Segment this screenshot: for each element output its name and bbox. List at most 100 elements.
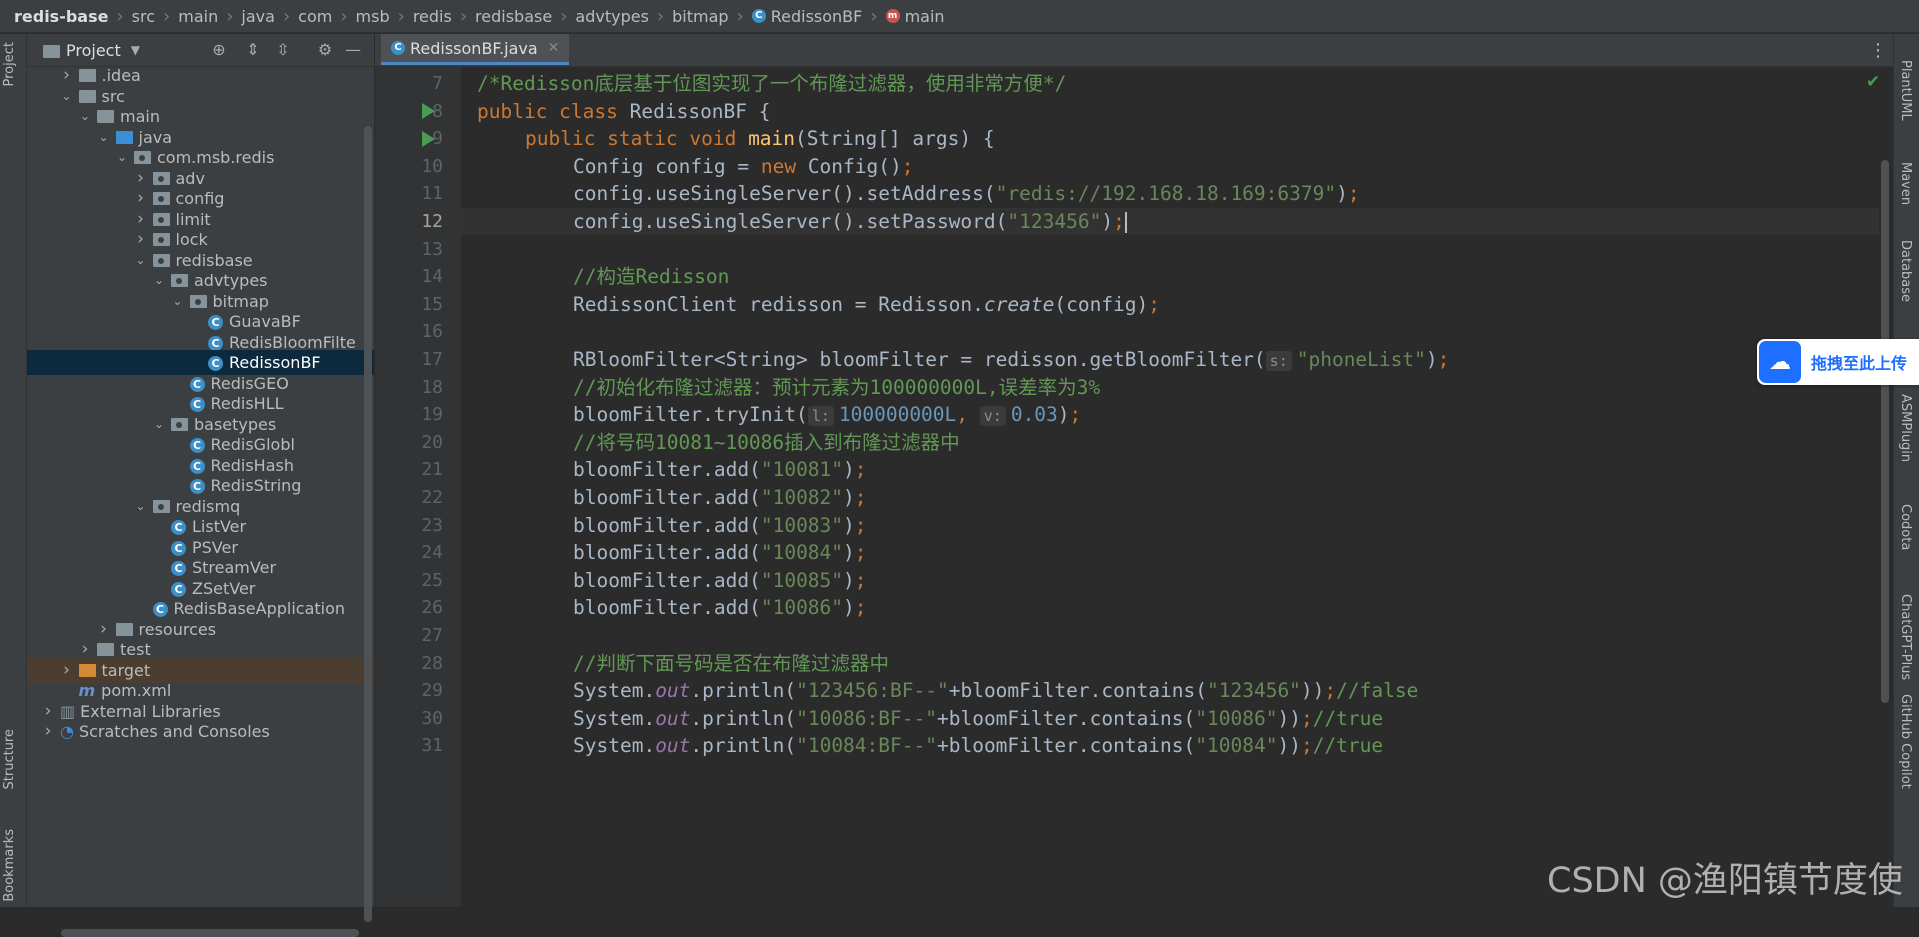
breadcrumb-item[interactable]: C RedissonBF: [751, 7, 862, 26]
breadcrumb-item[interactable]: com: [298, 7, 332, 26]
close-icon[interactable]: ✕: [548, 40, 560, 56]
right-tool-tab[interactable]: ASMPlugin: [1898, 394, 1913, 462]
chevron-right-icon[interactable]: ›: [41, 719, 55, 744]
code-editor[interactable]: /*Redisson底层基于位图实现了一个布隆过滤器，使用非常方便*/ publi…: [461, 67, 1879, 907]
project-horizontal-scrollbar[interactable]: [61, 929, 359, 937]
code-line[interactable]: bloomFilter.tryInit(l: 100000000L, v: 0.03…: [573, 401, 1081, 428]
folder-icon: [115, 130, 133, 144]
folder-icon: [97, 110, 114, 123]
line-number: 17: [421, 349, 443, 370]
code-line[interactable]: bloomFilter.add("10083");: [573, 512, 867, 539]
inspection-ok-icon[interactable]: ✔: [1866, 72, 1880, 92]
code-line[interactable]: //初始化布隆过滤器：预计元素为100000000L,误差率为3%: [573, 374, 1100, 401]
line-number: 31: [421, 735, 443, 757]
minimize-icon[interactable]: —: [343, 40, 363, 60]
tree-item-label: redismq: [175, 496, 241, 516]
tree-item-label: main: [120, 107, 160, 126]
project-view-dropdown-icon[interactable]: ▼: [131, 43, 140, 57]
tree-item-label: RedisHLL: [210, 394, 284, 413]
code-line[interactable]: bloomFilter.add("10086");: [573, 594, 867, 621]
code-token: //true: [1312, 734, 1384, 758]
code-line[interactable]: RBloomFilter<String> bloomFilter = redis…: [573, 346, 1449, 373]
code-token: //构造Redisson: [573, 265, 730, 289]
breadcrumb-item[interactable]: bitmap: [672, 7, 728, 26]
code-token: "10081": [760, 458, 844, 482]
breadcrumb-separator: ›: [560, 5, 568, 27]
run-gutter-icon[interactable]: [422, 130, 435, 147]
breadcrumb-separator: ›: [226, 5, 234, 27]
code-line[interactable]: bloomFilter.add("10082");: [573, 484, 867, 511]
project-vertical-scrollbar[interactable]: [364, 126, 372, 922]
upload-widget[interactable]: ☁ 拖拽至此上传: [1757, 339, 1919, 385]
project-panel-title[interactable]: Project: [66, 41, 121, 60]
right-tool-tab[interactable]: Database: [1898, 240, 1913, 302]
breadcrumb-item[interactable]: redisbase: [475, 7, 552, 26]
code-token: bloomFilter.add(: [573, 541, 761, 565]
code-line[interactable]: public class RedissonBF {: [477, 98, 771, 125]
breadcrumb-item[interactable]: m main: [885, 7, 945, 26]
breadcrumb-separator: ›: [340, 5, 348, 27]
package-icon: [152, 171, 170, 185]
gear-icon[interactable]: ⚙: [315, 40, 335, 60]
editor-scrollbar[interactable]: [1881, 160, 1889, 703]
code-line[interactable]: //判断下面号码是否在布隆过滤器中: [573, 650, 889, 677]
tree-item[interactable]: › ◔ Scratches and Consoles: [27, 719, 374, 744]
right-tool-tab[interactable]: PlantUML: [1898, 60, 1913, 121]
breadcrumb-item[interactable]: main: [178, 7, 218, 26]
code-token: ;: [854, 541, 867, 565]
code-token: create: [983, 292, 1055, 316]
run-gutter-icon[interactable]: [422, 103, 435, 120]
code-line[interactable]: bloomFilter.add("10085");: [573, 567, 867, 594]
right-tool-tab[interactable]: ChatGPT-Plus: [1898, 594, 1913, 680]
expand-all-icon[interactable]: ⇕: [243, 40, 263, 60]
code-token: 0.03: [1010, 403, 1058, 427]
breadcrumb-item[interactable]: redis: [413, 7, 452, 26]
text-caret: [1124, 212, 1127, 233]
breadcrumb-item[interactable]: java: [241, 7, 275, 26]
code-line[interactable]: System.out.println("10084:BF--"+bloomFil…: [573, 732, 1383, 759]
code-line[interactable]: System.out.println("10086:BF--"+bloomFil…: [573, 705, 1383, 732]
code-line[interactable]: /*Redisson底层基于位图实现了一个布隆过滤器，使用非常方便*/: [477, 70, 1066, 97]
code-token: System.: [573, 734, 656, 758]
breadcrumb-label: msb: [355, 6, 390, 26]
line-number: 14: [421, 266, 443, 288]
line-number: 15: [421, 293, 443, 315]
right-tool-tab[interactable]: Codota: [1898, 504, 1913, 550]
code-line[interactable]: //将号码10081~10086插入到布隆过滤器中: [573, 429, 960, 456]
editor-gutter[interactable]: 7 8 9 10 11 12 13 14 15 16 17 18 19 20 21 22 23 24 25 26 27 2…: [375, 67, 461, 907]
upload-label: 拖拽至此上传: [1811, 354, 1908, 373]
code-line[interactable]: Config config = new Config();: [573, 153, 913, 180]
line-number: 11: [421, 183, 443, 205]
breadcrumb-item[interactable]: msb: [356, 7, 390, 26]
tab-redissonbf[interactable]: C RedissonBF.java ✕: [381, 34, 570, 65]
locate-file-icon[interactable]: ⊕: [209, 40, 229, 60]
right-tool-tab[interactable]: GitHub Copilot: [1898, 694, 1913, 789]
code-line[interactable]: System.out.println("123456:BF--"+bloomFi…: [573, 677, 1418, 704]
line-number: 18: [421, 376, 443, 398]
code-line[interactable]: public static void main(String[] args) {: [525, 125, 995, 152]
code-token: main: [748, 127, 796, 151]
code-token: +bloomFilter.contains(: [936, 706, 1196, 730]
code-token: ): [843, 596, 855, 620]
code-token: "10084:BF--": [796, 734, 937, 758]
code-line[interactable]: config.useSingleServer().setAddress("red…: [573, 180, 1360, 207]
collapse-all-icon[interactable]: ⇳: [273, 40, 293, 60]
breadcrumb-item[interactable]: advtypes: [575, 7, 649, 26]
code-line[interactable]: //构造Redisson: [573, 263, 729, 290]
code-token: bloomFilter.add(: [573, 458, 761, 482]
code-token: "redis://192.168.18.169:6379": [995, 182, 1337, 206]
breadcrumb-item[interactable]: redis-base: [14, 7, 108, 26]
structure-tool-tab[interactable]: Structure: [2, 729, 17, 789]
bookmarks-tool-tab[interactable]: Bookmarks: [2, 829, 17, 902]
more-options-icon[interactable]: ⋮: [1869, 40, 1887, 61]
code-token: ): [843, 486, 855, 509]
breadcrumb-item[interactable]: src: [132, 7, 155, 26]
right-tool-tab[interactable]: Maven: [1898, 162, 1913, 205]
code-line[interactable]: RedissonClient redisson = Redisson.creat…: [573, 291, 1160, 318]
code-line[interactable]: bloomFilter.add("10084");: [573, 539, 867, 566]
code-line[interactable]: config.useSingleServer().setPassword("12…: [573, 208, 1127, 235]
code-token: )): [1300, 679, 1325, 703]
project-tool-tab[interactable]: Project: [2, 42, 17, 86]
code-line[interactable]: bloomFilter.add("10081");: [573, 456, 867, 483]
package-icon: [152, 212, 170, 226]
